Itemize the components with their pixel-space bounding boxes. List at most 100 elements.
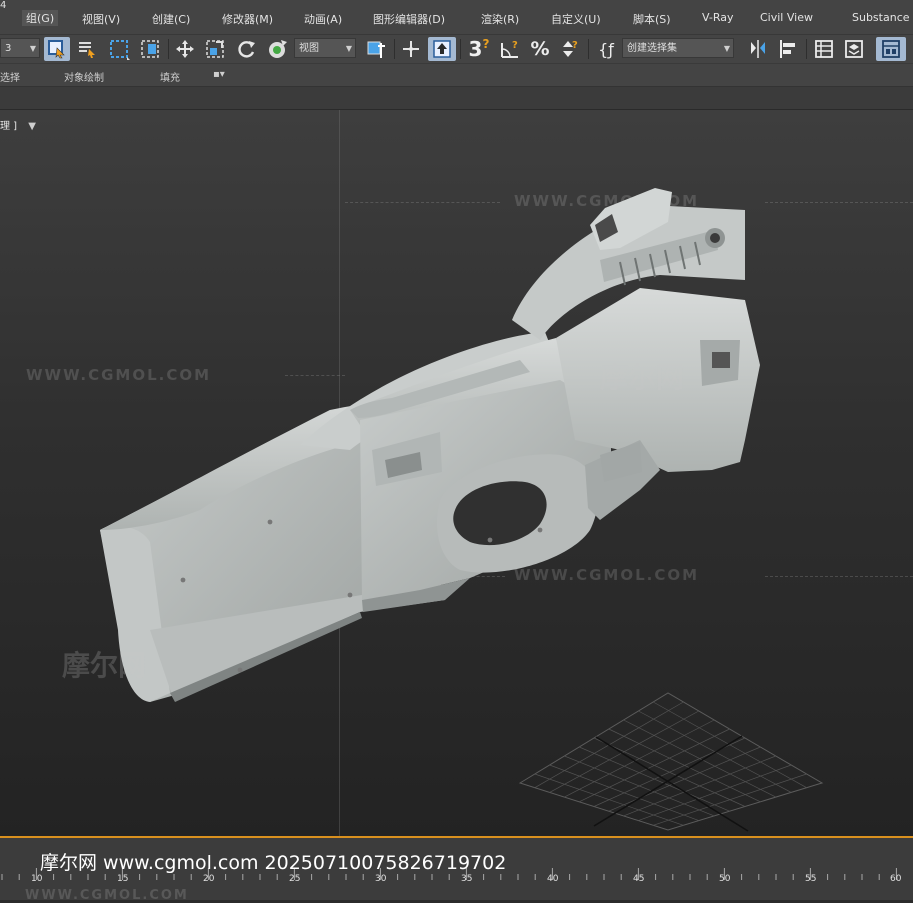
grid-line: [653, 773, 807, 826]
angle-snap-icon: ?: [499, 38, 521, 60]
toolbar-separator: [168, 39, 169, 59]
watermark-logo: 摩尔网: [600, 361, 685, 394]
image-caption: 摩尔网 www.cgmol.com 20250710075826719702: [40, 852, 507, 874]
selection-center-icon: [267, 38, 289, 60]
rotate-button[interactable]: [234, 37, 260, 61]
gun-model: [100, 188, 760, 702]
main-toolbar: 3 ▼ 视图 ▼ 3 ? ? % ? {ƒ 创建选择集 ▼: [0, 35, 913, 64]
menu-substance[interactable]: Substance: [852, 11, 910, 24]
chevron-down-icon: ▼: [29, 44, 36, 53]
window-crossing-button[interactable]: [136, 37, 164, 61]
tick-label: 60: [890, 874, 902, 884]
ribbon-tab-object-paint[interactable]: 对象绘制: [64, 69, 104, 84]
pivot-button[interactable]: [362, 37, 390, 61]
rect-selection-icon: [108, 38, 130, 60]
home-grid: [518, 692, 824, 832]
snap-override-button[interactable]: [428, 37, 456, 61]
ribbon-tabs: 选择 对象绘制 填充 ▪▾: [0, 64, 913, 87]
scene-canvas: [100, 188, 824, 832]
tick-label: 30: [375, 874, 387, 884]
spinner-snap-icon: ?: [559, 38, 581, 60]
menu-vray[interactable]: V-Ray: [702, 11, 734, 24]
window-crossing-icon: [139, 38, 161, 60]
tick-label: 35: [461, 874, 473, 884]
tick-label: 55: [805, 874, 817, 884]
selection-center-button[interactable]: [264, 37, 292, 61]
question-mark-icon: ?: [482, 37, 490, 51]
menu-views[interactable]: 视图(V): [82, 11, 120, 27]
mirror-button[interactable]: [744, 37, 772, 61]
menu-rendering[interactable]: 渲染(R): [481, 11, 519, 27]
menu-animation[interactable]: 动画(A): [304, 11, 342, 27]
menu-group[interactable]: 组(G): [22, 10, 59, 26]
grid-line: [653, 701, 807, 789]
scene-explorer-button[interactable]: [810, 37, 838, 61]
svg-text:?: ?: [512, 40, 518, 51]
reference-coord-dropdown[interactable]: 视图 ▼: [294, 38, 356, 58]
angle-snap-button[interactable]: ?: [496, 37, 524, 61]
layer-explorer-icon: [843, 38, 865, 60]
pivot-icon: [365, 38, 387, 60]
tick-label: 15: [117, 874, 129, 884]
menu-graph-editors[interactable]: 图形编辑器(D): [373, 11, 445, 27]
selection-filter-dropdown[interactable]: 3 ▼: [0, 38, 40, 58]
tick-label: 25: [289, 874, 301, 884]
percent-snap-icon: %: [530, 38, 550, 60]
rotate-icon: [237, 39, 257, 59]
toolbar-separator: [588, 39, 589, 59]
tick-label: 40: [547, 874, 559, 884]
grid-line: [623, 719, 776, 798]
tick-label: 10: [31, 874, 43, 884]
layer-explorer-button[interactable]: [840, 37, 868, 61]
menu-civil-view[interactable]: Civil View: [760, 11, 813, 24]
select-object-icon: [47, 39, 67, 59]
grid-line: [608, 746, 761, 812]
keyboard-shortcut-icon: [401, 39, 421, 59]
snap-toggle-button[interactable]: 3 ?: [464, 37, 494, 61]
timeline-panel: 摩尔网 www.cgmol.com 20250710075826719702 1…: [0, 838, 913, 903]
ribbon-toggle-icon: [880, 38, 902, 60]
watermark-logo: 摩尔网: [62, 649, 147, 682]
edit-named-selection-button[interactable]: {ƒ: [592, 37, 620, 61]
move-icon: [175, 39, 195, 59]
tick-label: 45: [633, 874, 645, 884]
align-icon: [777, 38, 799, 60]
named-selection-icon: {ƒ: [598, 39, 614, 59]
watermark-text: WWW.CGMOL.COM: [25, 888, 189, 903]
named-selection-sets-value: 创建选择集: [627, 43, 677, 54]
svg-text:?: ?: [572, 40, 578, 51]
tick-label: 50: [719, 874, 731, 884]
mirror-icon: [747, 38, 769, 60]
menu-modifiers[interactable]: 修改器(M): [222, 11, 273, 27]
window-corner-label: 4: [0, 0, 7, 11]
grid-line: [638, 764, 792, 821]
rect-selection-button[interactable]: [106, 37, 132, 61]
scene-explorer-icon: [813, 38, 835, 60]
select-by-name-button[interactable]: [74, 37, 100, 61]
scale-button[interactable]: [202, 37, 228, 61]
move-button[interactable]: [172, 37, 198, 61]
named-selection-sets-dropdown[interactable]: 创建选择集 ▼: [622, 38, 734, 58]
percent-snap-button[interactable]: %: [526, 37, 554, 61]
spinner-snap-button[interactable]: ?: [556, 37, 584, 61]
menu-scripting[interactable]: 脚本(S): [633, 11, 671, 27]
select-by-name-icon: [77, 39, 97, 59]
chevron-down-icon: ▼: [723, 44, 730, 53]
ribbon-options-toggle[interactable]: ▪▾: [213, 69, 225, 80]
ribbon-toggle-button[interactable]: [876, 37, 906, 61]
ribbon-tab-populate[interactable]: 填充: [160, 69, 180, 84]
menu-create[interactable]: 创建(C): [152, 11, 190, 27]
reference-coord-value: 视图: [299, 43, 319, 54]
perspective-viewport[interactable]: 理 ] ▼ WWW.CGMOL.COM WWW.CGMOL.COM WWW.CG…: [0, 110, 913, 836]
selection-filter-value: 3: [5, 43, 12, 54]
snap-toggle-icon: [432, 39, 452, 59]
grid-line: [623, 755, 776, 817]
select-object-button[interactable]: [44, 37, 70, 61]
keyboard-shortcut-button[interactable]: [398, 37, 424, 61]
ribbon-panel: [0, 87, 913, 110]
tick-label: 20: [203, 874, 215, 884]
align-button[interactable]: [774, 37, 802, 61]
menu-customize[interactable]: 自定义(U): [551, 11, 601, 27]
snap-toggle-label: 3: [468, 37, 483, 61]
ribbon-tab-selection[interactable]: 选择: [0, 69, 20, 84]
